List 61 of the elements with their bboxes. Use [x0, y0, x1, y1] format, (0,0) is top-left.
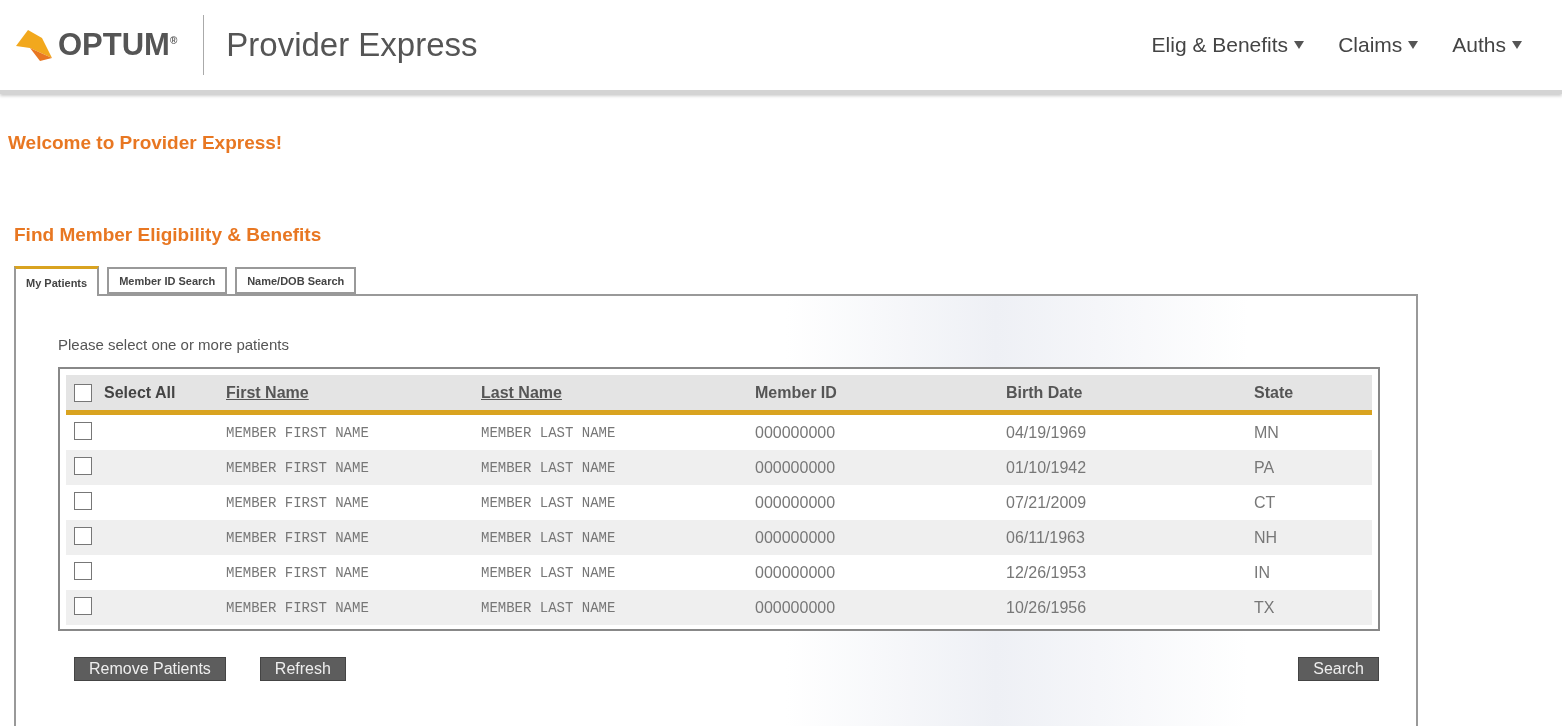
select-all-label: Select All	[104, 383, 176, 402]
column-header[interactable]: Last Name	[481, 383, 755, 402]
search-button[interactable]: Search	[1298, 657, 1379, 681]
table-cell-text: MEMBER FIRST NAME	[226, 599, 370, 616]
table-cell-text: 000000000	[755, 423, 837, 442]
action-button[interactable]: Refresh	[259, 657, 346, 681]
column-header[interactable]: First Name	[226, 383, 481, 402]
nav-menu-item[interactable]: Elig & Benefits	[1151, 33, 1305, 57]
table-cell-text: MN	[1254, 423, 1280, 442]
caret-icon	[1294, 41, 1305, 49]
table-cell-text: IN	[1254, 563, 1271, 582]
select-all-checkbox[interactable]	[74, 383, 92, 402]
row-checkbox[interactable]	[74, 561, 92, 580]
table-cell-text: CT	[1254, 493, 1277, 512]
instruction-text: Please select one or more patients	[58, 336, 290, 353]
table-cell-text: NH	[1254, 528, 1279, 547]
row-checkbox[interactable]	[74, 456, 92, 475]
row-checkbox[interactable]	[74, 526, 92, 545]
table-cell-text: 07/21/2009	[1006, 493, 1088, 512]
table-cell-text: 000000000	[755, 528, 837, 547]
table-cell-text: PA	[1254, 458, 1276, 477]
tab[interactable]: Name/DOB Search	[235, 267, 357, 294]
logo-icon	[14, 28, 54, 62]
section-heading: Find Member Eligibility & Benefits	[14, 224, 323, 246]
table-cell-text: MEMBER FIRST NAME	[226, 529, 370, 546]
table-cell-text: MEMBER FIRST NAME	[226, 424, 370, 441]
table-cell-text: 000000000	[755, 563, 837, 582]
table-cell-text: 04/19/1969	[1006, 423, 1088, 442]
caret-icon	[1512, 41, 1522, 49]
table-cell-text: TX	[1254, 598, 1276, 617]
column-header: Birth Date	[1006, 383, 1084, 402]
table-cell-text: MEMBER LAST NAME	[481, 494, 617, 511]
table-cell-text: MEMBER LAST NAME	[481, 424, 617, 441]
table-cell-text: 000000000	[755, 458, 837, 477]
table-cell-text: MEMBER FIRST NAME	[226, 564, 370, 581]
row-checkbox[interactable]	[74, 421, 92, 440]
row-checkbox[interactable]	[74, 491, 92, 510]
table-cell-text: MEMBER FIRST NAME	[226, 494, 370, 511]
welcome-heading: Welcome to Provider Express!	[8, 132, 284, 154]
table-cell-text: 000000000	[755, 598, 837, 617]
column-header: State	[1254, 383, 1295, 402]
table-cell-text: 06/11/1963	[1006, 528, 1086, 547]
table-cell-text: 12/26/1953	[1006, 563, 1088, 582]
table-cell-text: MEMBER LAST NAME	[481, 529, 617, 546]
column-header: Member ID	[755, 383, 838, 402]
table-cell-text: 01/10/1942	[1006, 458, 1088, 477]
tab[interactable]: My Patients	[14, 266, 100, 296]
logo-text: OPTUM$^{®}$	[58, 27, 178, 63]
action-button[interactable]: Remove Patients	[74, 657, 226, 681]
row-checkbox[interactable]	[74, 596, 92, 615]
site-title: Provider Express	[226, 26, 478, 64]
table-cell-text: 000000000	[755, 493, 837, 512]
table-cell-text: MEMBER LAST NAME	[481, 599, 617, 616]
tab[interactable]: Member ID Search	[107, 267, 228, 294]
table-cell-text: 10/26/1956	[1006, 598, 1088, 617]
nav-menu-item[interactable]: Claims	[1338, 33, 1419, 57]
table-cell-text: MEMBER FIRST NAME	[226, 459, 370, 476]
table-cell-text: MEMBER LAST NAME	[481, 459, 617, 476]
nav-menu-item[interactable]: Auths	[1452, 33, 1522, 57]
table-cell-text: MEMBER LAST NAME	[481, 564, 617, 581]
caret-icon	[1408, 41, 1419, 49]
